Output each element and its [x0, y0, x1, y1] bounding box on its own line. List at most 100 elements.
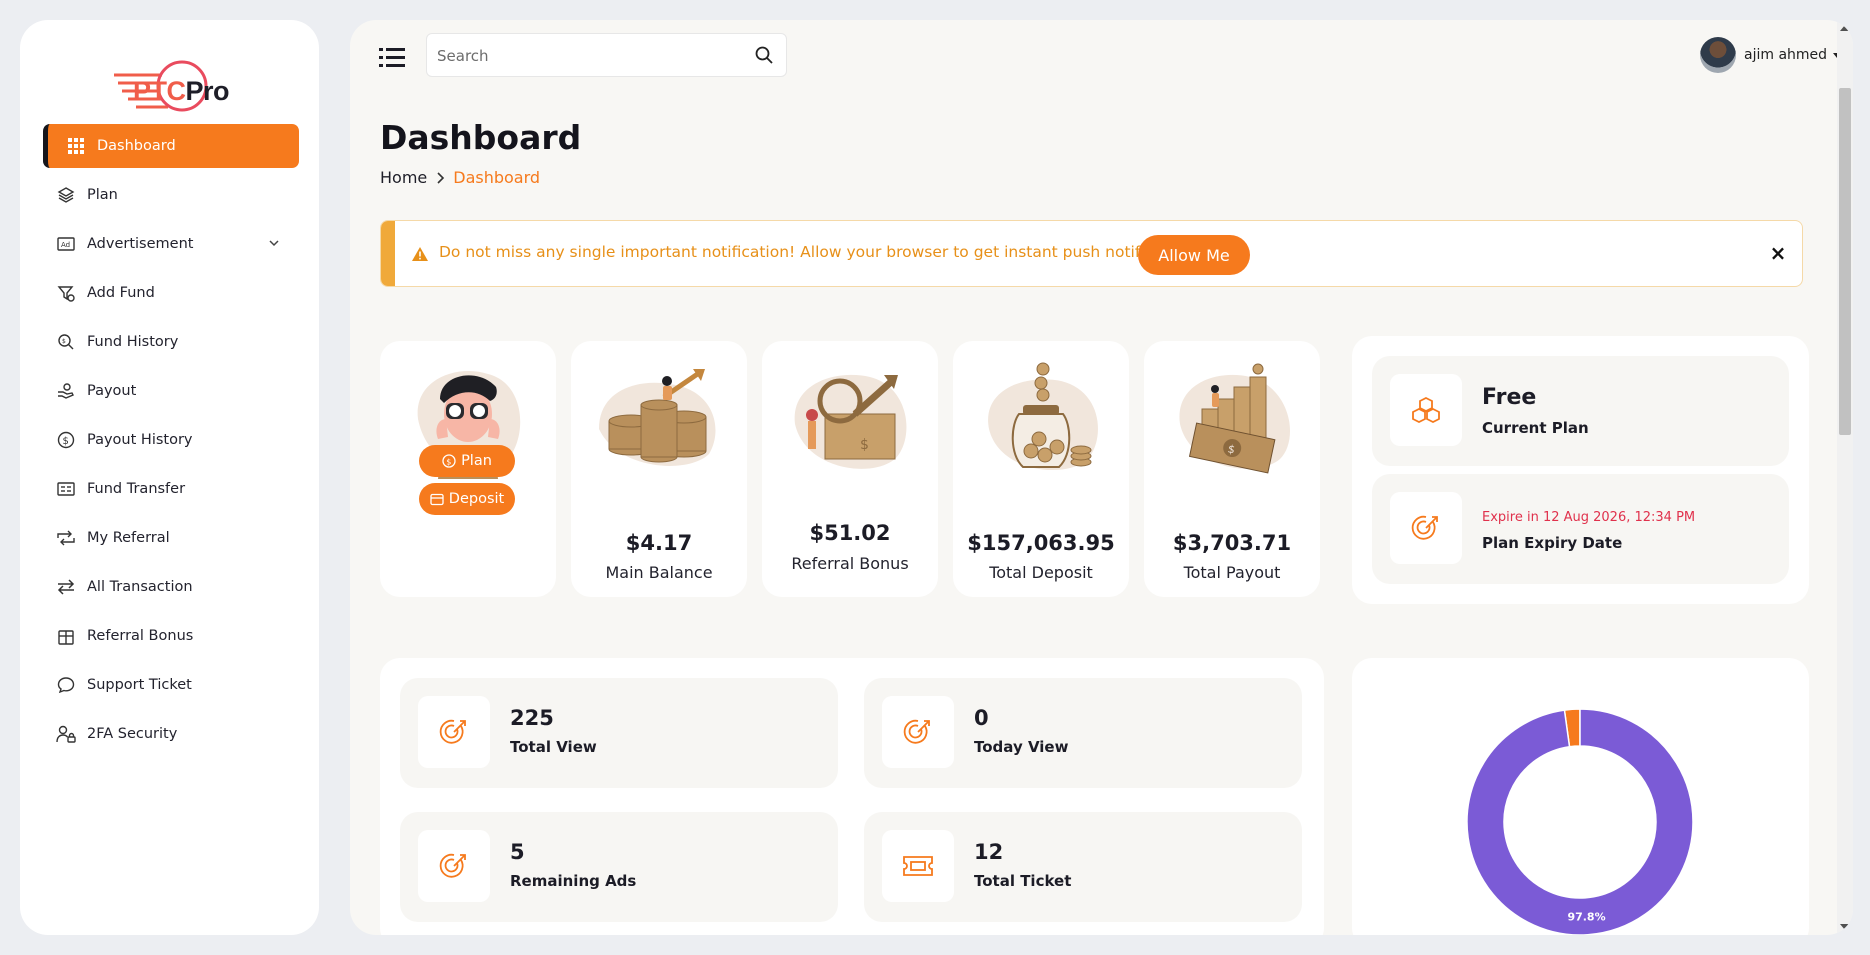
total-deposit-amount: $157,063.95 [967, 531, 1115, 555]
sidebar-item-label: My Referral [87, 530, 170, 546]
donut-slice-label: 97.8% [1567, 910, 1605, 923]
user-menu[interactable]: ajim ahmed [1700, 35, 1842, 75]
search-input[interactable] [437, 44, 737, 68]
total-view-value: 225 [510, 706, 554, 730]
sidebar-item-payout-history[interactable]: $ Payout History [43, 418, 299, 462]
icon-tile [418, 830, 490, 902]
card-icon [55, 478, 77, 500]
dollar-circle-icon: $ [55, 429, 77, 451]
sidebar-item-my-referral[interactable]: My Referral [43, 516, 299, 560]
vertical-scrollbar[interactable] [1837, 20, 1853, 935]
main-balance-card: $4.17 Main Balance [571, 341, 747, 597]
sidebar-item-label: Advertisement [87, 236, 194, 252]
sidebar-item-label: Referral Bonus [87, 628, 194, 644]
deposit-button[interactable]: Deposit [419, 483, 515, 515]
total-deposit-label: Total Deposit [989, 563, 1093, 582]
sidebar-item-2fa-security[interactable]: 2FA Security [43, 712, 299, 756]
total-payout-amount: $3,703.71 [1172, 531, 1292, 555]
sidebar-item-label: Plan [87, 187, 118, 203]
total-payout-card: $ $3,703.71 Total Payout [1144, 341, 1320, 597]
total-payout-label: Total Payout [1183, 563, 1281, 582]
today-view-stat: 0 Today View [864, 678, 1302, 788]
chevron-right-icon [437, 171, 445, 184]
close-icon[interactable]: × [1768, 243, 1788, 263]
target-arrow-icon [1411, 515, 1438, 540]
sidebar-item-label: 2FA Security [87, 726, 178, 742]
sidebar-item-payout[interactable]: Payout [43, 369, 299, 413]
svg-text:$: $ [446, 457, 451, 466]
icon-tile [1390, 374, 1462, 446]
coin-jar-illustration [988, 362, 1098, 471]
sidebar-item-label: Fund History [87, 334, 179, 350]
donut-chart: 97.8% [1466, 708, 1694, 935]
gift-icon [55, 625, 77, 647]
sidebar-item-fund-history[interactable]: $ Fund History [43, 320, 299, 364]
logo-part-ptc: PTC [133, 76, 186, 106]
dollar-circle-icon: $ [442, 454, 456, 468]
total-ticket-value: 12 [974, 840, 1004, 864]
icon-tile [882, 696, 954, 768]
menu-toggle-icon[interactable] [378, 44, 406, 72]
wallet-icon [430, 493, 444, 505]
scroll-up-arrow-icon[interactable] [1840, 25, 1850, 31]
scroll-thumb[interactable] [1839, 88, 1851, 435]
referral-bonus-card: $ $51.02 Referral Bonus [762, 341, 938, 597]
svg-text:$: $ [62, 338, 66, 345]
total-view-stat: 225 Total View [400, 678, 838, 788]
breadcrumb-home[interactable]: Home [380, 168, 427, 187]
remaining-ads-stat: 5 Remaining Ads [400, 812, 838, 922]
warning-icon [412, 247, 428, 261]
donut-slice[interactable] [1466, 708, 1694, 935]
target-arrow-icon [439, 853, 466, 878]
sidebar-item-fund-transfer[interactable]: Fund Transfer [43, 467, 299, 511]
allow-me-button[interactable]: Allow Me [1138, 235, 1250, 275]
total-view-label: Total View [510, 738, 597, 756]
main-panel: ajim ahmed Dashboard Home Dashboard Do n… [350, 20, 1853, 935]
sidebar-item-advertisement[interactable]: Ad Advertisement [43, 222, 299, 266]
avatar [1700, 37, 1736, 73]
alert-accent-bar [381, 221, 395, 286]
sidebar-item-label: Fund Transfer [87, 481, 186, 497]
search-icon[interactable] [754, 45, 774, 65]
main-balance-label: Main Balance [605, 563, 713, 582]
repeat-icon [55, 527, 77, 549]
sidebar-item-label: Payout History [87, 432, 193, 448]
target-arrow-icon [439, 719, 466, 744]
plan-expiry-box: Expire in 12 Aug 2026, 12:34 PM Plan Exp… [1372, 474, 1789, 584]
sidebar-item-add-fund[interactable]: Add Fund [43, 271, 299, 315]
icon-tile [418, 696, 490, 768]
ad-icon: Ad [55, 233, 77, 255]
coin-stacks-illustration [599, 369, 716, 466]
hand-coin-icon [55, 380, 77, 402]
chevron-down-icon[interactable] [267, 236, 281, 250]
stats-panel: 225 Total View 0 Today View 5 Remaining … [380, 658, 1324, 935]
sidebar-item-dashboard[interactable]: Dashboard [43, 124, 299, 168]
plan-expiry-label: Plan Expiry Date [1482, 534, 1623, 552]
logo-part-pro: Pro [185, 76, 230, 106]
today-view-value: 0 [974, 706, 989, 730]
sidebar-item-referral-bonus[interactable]: Referral Bonus [43, 614, 299, 658]
today-view-label: Today View [974, 738, 1069, 756]
current-plan-box: Free Current Plan [1372, 356, 1789, 466]
sidebar-item-plan[interactable]: Plan [43, 173, 299, 217]
icon-tile [1390, 492, 1462, 564]
scroll-down-arrow-icon[interactable] [1840, 924, 1850, 930]
magnifier-box-illustration: $ [794, 374, 907, 469]
user-name: ajim ahmed [1744, 47, 1828, 63]
sidebar-item-support-ticket[interactable]: Support Ticket [43, 663, 299, 707]
cubes-icon [1412, 396, 1440, 424]
user-lock-icon [55, 723, 77, 745]
breadcrumb: Home Dashboard [380, 168, 540, 187]
logo-text: PTCPro [133, 76, 230, 107]
chart-panel: 97.8% [1352, 658, 1809, 935]
sidebar-nav: Dashboard Plan Ad Advertisement Add Fund… [43, 124, 299, 761]
sidebar-item-all-transaction[interactable]: All Transaction [43, 565, 299, 609]
search-box [426, 33, 787, 77]
total-deposit-card: $157,063.95 Total Deposit [953, 341, 1129, 597]
notification-alert: Do not miss any single important notific… [380, 220, 1803, 287]
current-plan-label: Current Plan [1482, 419, 1589, 437]
ticket-icon [903, 856, 933, 876]
plan-button[interactable]: $ Plan [419, 445, 515, 477]
plan-button-label: Plan [461, 453, 492, 469]
svg-text:$: $ [63, 436, 69, 447]
